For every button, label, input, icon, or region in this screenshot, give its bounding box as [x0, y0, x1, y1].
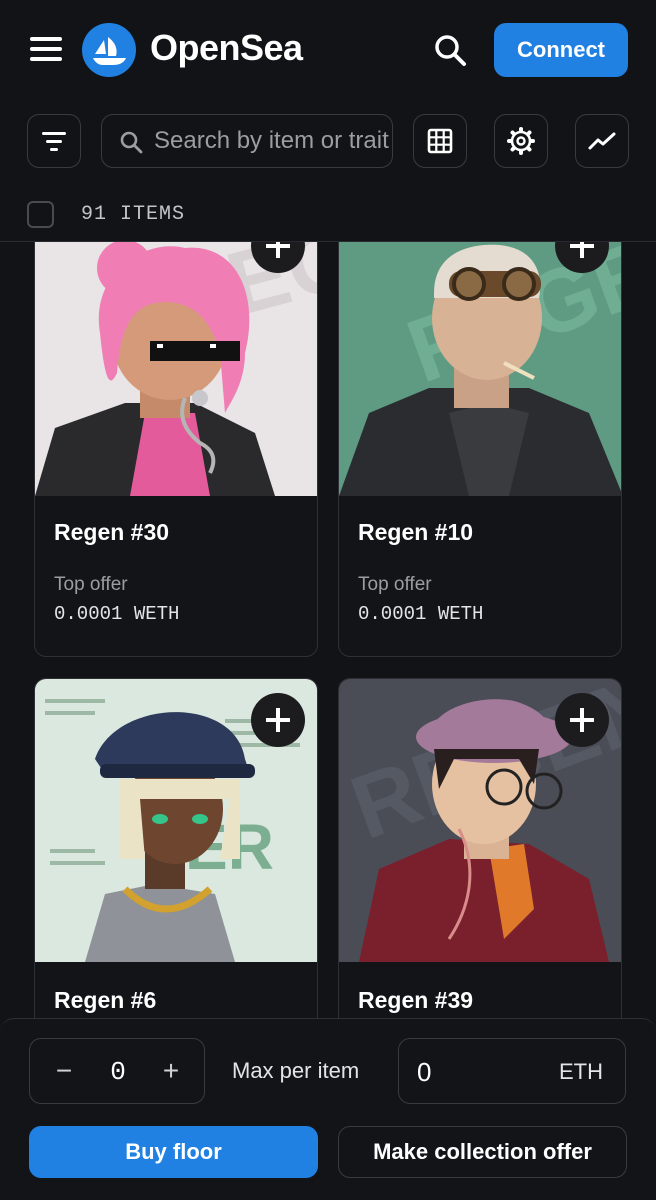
quantity-value: 0 [110, 1057, 126, 1087]
select-all-checkbox[interactable] [27, 201, 54, 228]
nft-image[interactable]: REGEN [35, 242, 317, 496]
top-offer-value: 0.0001 WETH [54, 603, 180, 625]
menu-icon[interactable] [30, 37, 64, 63]
plus-icon [266, 708, 290, 732]
items-grid: REGEN Regen #30 Top offer 0.0001 WETH [0, 242, 656, 1018]
plus-icon [570, 242, 594, 258]
quantity-stepper[interactable]: − 0 + [29, 1038, 205, 1104]
nft-card[interactable]: REGEN Regen #10 Top offer 0.0001 WETH [338, 242, 622, 657]
nft-title: Regen #39 [358, 987, 474, 1013]
grid-view-icon [427, 128, 453, 154]
plus-icon [266, 242, 290, 258]
add-to-cart-button[interactable] [555, 693, 609, 747]
search-icon[interactable] [430, 30, 470, 70]
connect-button[interactable]: Connect [494, 23, 628, 77]
plus-icon [570, 708, 594, 732]
activity-chart-icon [588, 132, 616, 150]
opensea-logo[interactable] [82, 23, 136, 77]
filter-icon [42, 132, 66, 151]
max-price-field[interactable]: 0 ETH [398, 1038, 626, 1104]
nft-card[interactable]: REGEN Regen #30 Top offer 0.0001 WETH [34, 242, 318, 657]
top-offer-label: Top offer [358, 574, 432, 595]
search-icon [120, 131, 143, 154]
top-nav: OpenSea Connect [0, 0, 656, 100]
make-collection-offer-button[interactable]: Make collection offer [338, 1126, 627, 1178]
nft-card[interactable]: REGEN Regen #39 [338, 678, 622, 1018]
buy-floor-button[interactable]: Buy floor [29, 1126, 318, 1178]
nft-image[interactable]: REGEN [339, 242, 621, 496]
nft-title: Regen #6 [54, 987, 157, 1013]
currency-label: ETH [559, 1059, 603, 1084]
activity-button[interactable] [575, 114, 629, 168]
settings-button[interactable] [494, 114, 548, 168]
top-offer-value: 0.0001 WETH [358, 603, 484, 625]
increment-button[interactable]: + [153, 1053, 189, 1089]
filter-button[interactable] [27, 114, 81, 168]
top-offer-label: Top offer [54, 574, 128, 595]
add-to-cart-button[interactable] [251, 693, 305, 747]
nft-card[interactable]: ER Regen #6 [34, 678, 318, 1018]
search-field[interactable] [101, 114, 393, 168]
nft-title: Regen #30 [54, 519, 170, 545]
max-price-value[interactable]: 0 [417, 1057, 431, 1088]
grid-view-button[interactable] [413, 114, 467, 168]
decrement-button[interactable]: − [46, 1053, 82, 1089]
settings-icon [507, 127, 535, 155]
brand-name: OpenSea [150, 27, 303, 68]
max-per-item-label: Max per item [232, 1058, 360, 1083]
search-input[interactable] [154, 115, 390, 167]
items-count: 91 ITEMS [81, 203, 186, 226]
nft-title: Regen #10 [358, 519, 474, 545]
